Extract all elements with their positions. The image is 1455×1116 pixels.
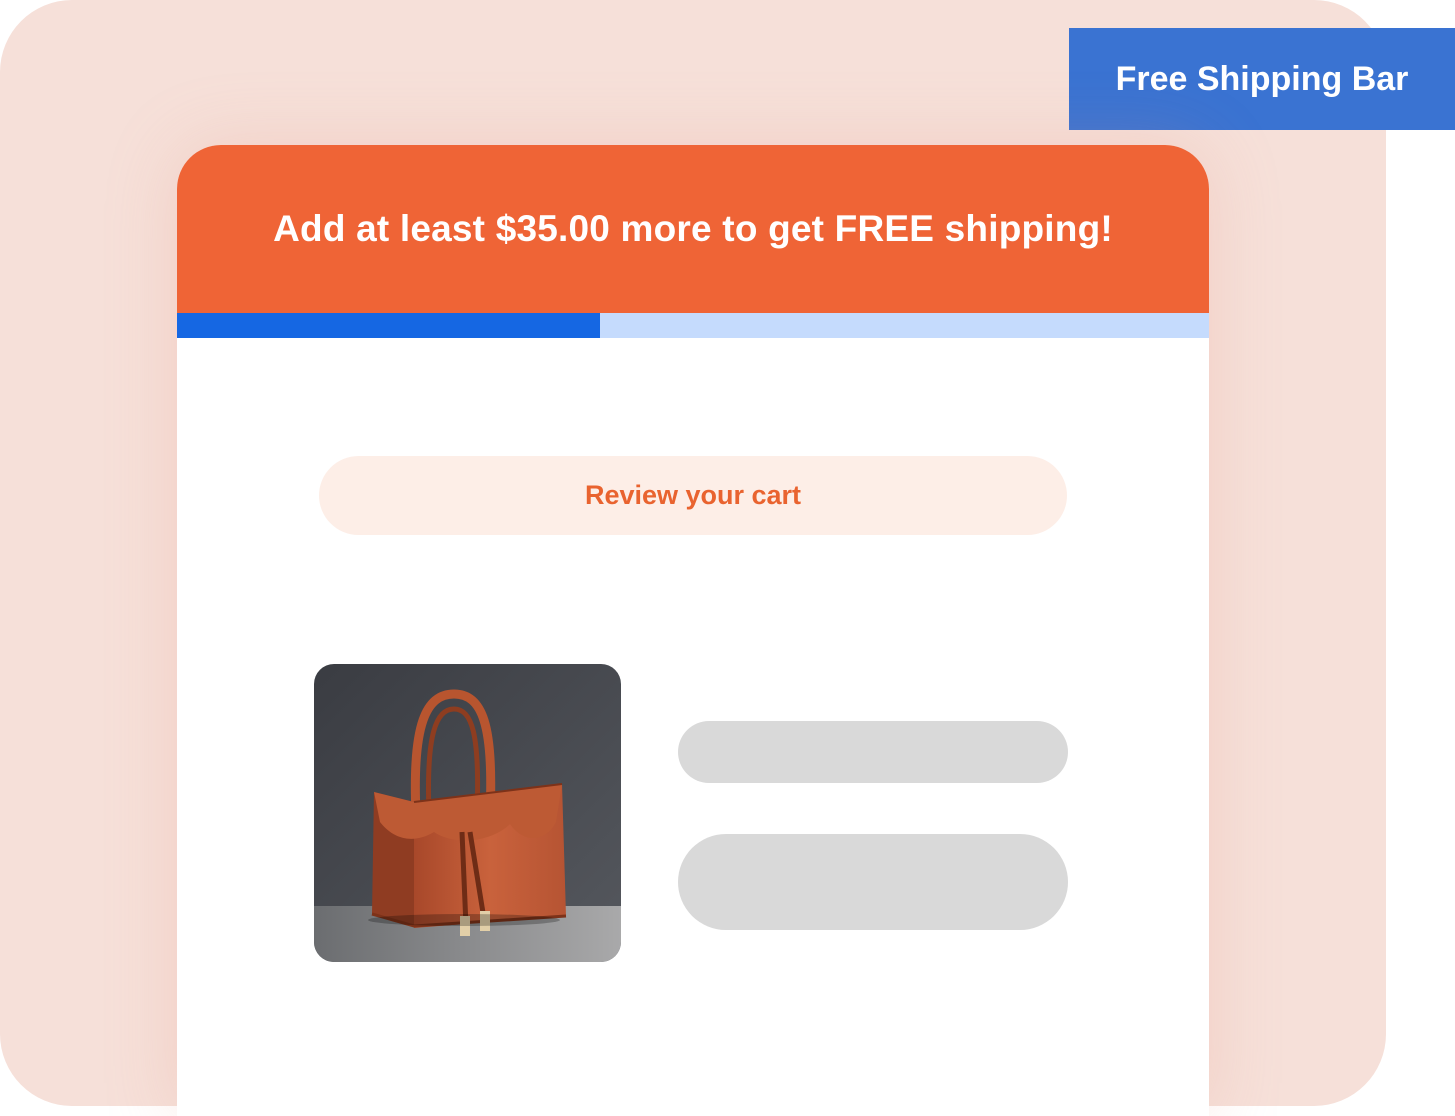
feature-badge: Free Shipping Bar	[1069, 28, 1455, 130]
product-title-placeholder	[678, 721, 1068, 783]
review-cart-button[interactable]: Review your cart	[319, 456, 1067, 535]
shipping-progress-fill	[177, 313, 601, 338]
product-image[interactable]	[314, 664, 621, 962]
free-shipping-bar: Add at least $35.00 more to get FREE shi…	[177, 145, 1209, 313]
promo-stage: Free Shipping Bar Add at least $35.00 mo…	[0, 0, 1455, 1116]
feature-badge-label: Free Shipping Bar	[1115, 59, 1409, 98]
cart-drawer-preview: Add at least $35.00 more to get FREE shi…	[177, 145, 1209, 1116]
free-shipping-message: Add at least $35.00 more to get FREE shi…	[273, 208, 1113, 249]
shipping-progress-track	[177, 313, 1209, 338]
product-price-placeholder	[678, 834, 1068, 930]
handbag-icon	[314, 664, 621, 962]
